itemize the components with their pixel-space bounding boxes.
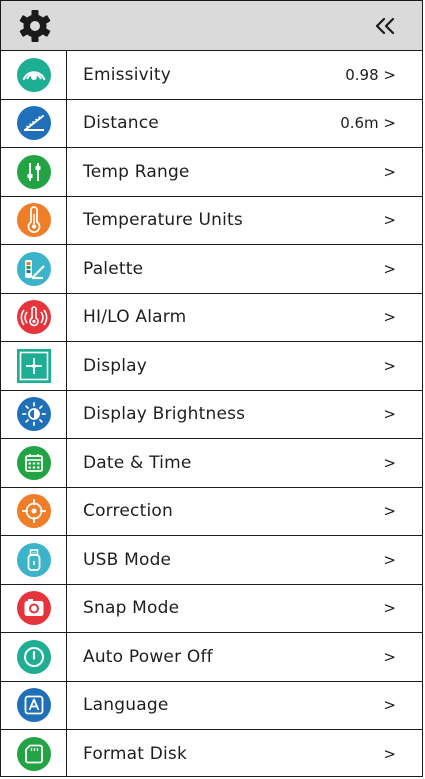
menu-item-label: Correction: [83, 501, 173, 522]
menu-item-temp-range[interactable]: Temp Range >: [1, 148, 422, 197]
menu-item-distance[interactable]: Distance 0.6m >: [1, 99, 422, 148]
distance-icon: [16, 106, 51, 141]
menu-item-correction[interactable]: Correction >: [1, 487, 422, 536]
menu-item-value: >: [383, 599, 396, 618]
menu-item-value: >: [383, 502, 396, 521]
menu-item-palette[interactable]: Palette >: [1, 245, 422, 294]
display-icon: [16, 348, 51, 383]
menu-item-temperature-units[interactable]: Temperature Units >: [1, 196, 422, 245]
menu-item-label: Temp Range: [83, 161, 190, 182]
temp-range-icon: [16, 154, 51, 189]
menu-item-usb-mode[interactable]: USB Mode >: [1, 536, 422, 585]
menu-item-label: Palette: [83, 258, 144, 279]
menu-item-hi-lo-alarm[interactable]: HI/LO Alarm >: [1, 293, 422, 342]
menu-item-emissivity[interactable]: Emissivity 0.98 >: [1, 51, 422, 100]
menu-item-label: Snap Mode: [83, 598, 180, 619]
language-icon: [16, 688, 51, 723]
settings-panel: Emissivity 0.98 > Distance 0.6m > Temp R…: [0, 0, 423, 777]
menu-item-value: >: [383, 259, 396, 278]
menu-item-label: Date & Time: [83, 452, 192, 473]
emissivity-icon: [16, 57, 51, 92]
power-icon: [16, 639, 51, 674]
menu-item-value: >: [383, 162, 396, 181]
menu-item-label: Language: [83, 695, 169, 716]
menu-item-value: >: [383, 356, 396, 375]
menu-item-label: Auto Power Off: [83, 646, 213, 667]
menu-item-snap-mode[interactable]: Snap Mode >: [1, 584, 422, 633]
palette-icon: [16, 251, 51, 286]
menu-item-date-time[interactable]: Date & Time >: [1, 439, 422, 488]
menu-item-label: Display: [83, 355, 148, 376]
menu-item-value: >: [383, 696, 396, 715]
brightness-icon: [16, 397, 51, 432]
menu-item-value: >: [383, 453, 396, 472]
header-bar: [1, 1, 422, 51]
menu-item-label: Display Brightness: [83, 404, 246, 425]
menu-item-display[interactable]: Display >: [1, 342, 422, 391]
camera-icon: [16, 591, 51, 626]
menu-item-language[interactable]: Language >: [1, 681, 422, 730]
menu-item-label: Emissivity: [83, 64, 171, 85]
menu-item-label: HI/LO Alarm: [83, 307, 187, 328]
double-chevron-left-icon[interactable]: [370, 11, 400, 41]
crosshair-icon: [16, 494, 51, 529]
menu-item-format-disk[interactable]: Format Disk >: [1, 730, 422, 776]
menu-item-display-brightness[interactable]: Display Brightness >: [1, 390, 422, 439]
menu-item-label: Temperature Units: [83, 210, 243, 231]
alarm-icon: [16, 300, 51, 335]
menu-item-label: Distance: [83, 113, 159, 134]
thermometer-icon: [16, 203, 51, 238]
menu-item-label: USB Mode: [83, 549, 172, 570]
menu-item-value: >: [383, 647, 396, 666]
calendar-icon: [16, 445, 51, 480]
gear-icon[interactable]: [18, 9, 52, 43]
menu-item-label: Format Disk: [83, 744, 188, 765]
menu-item-auto-power-off[interactable]: Auto Power Off >: [1, 633, 422, 682]
sd-card-icon: [16, 737, 51, 772]
menu-item-value: >: [383, 550, 396, 569]
menu-item-value: >: [383, 308, 396, 327]
menu-item-value: >: [383, 745, 396, 764]
menu-item-value: >: [383, 211, 396, 230]
menu-item-value: 0.6m >: [340, 114, 396, 133]
menu-item-value: >: [383, 405, 396, 424]
usb-icon: [16, 542, 51, 577]
menu-item-value: 0.98 >: [345, 65, 396, 84]
